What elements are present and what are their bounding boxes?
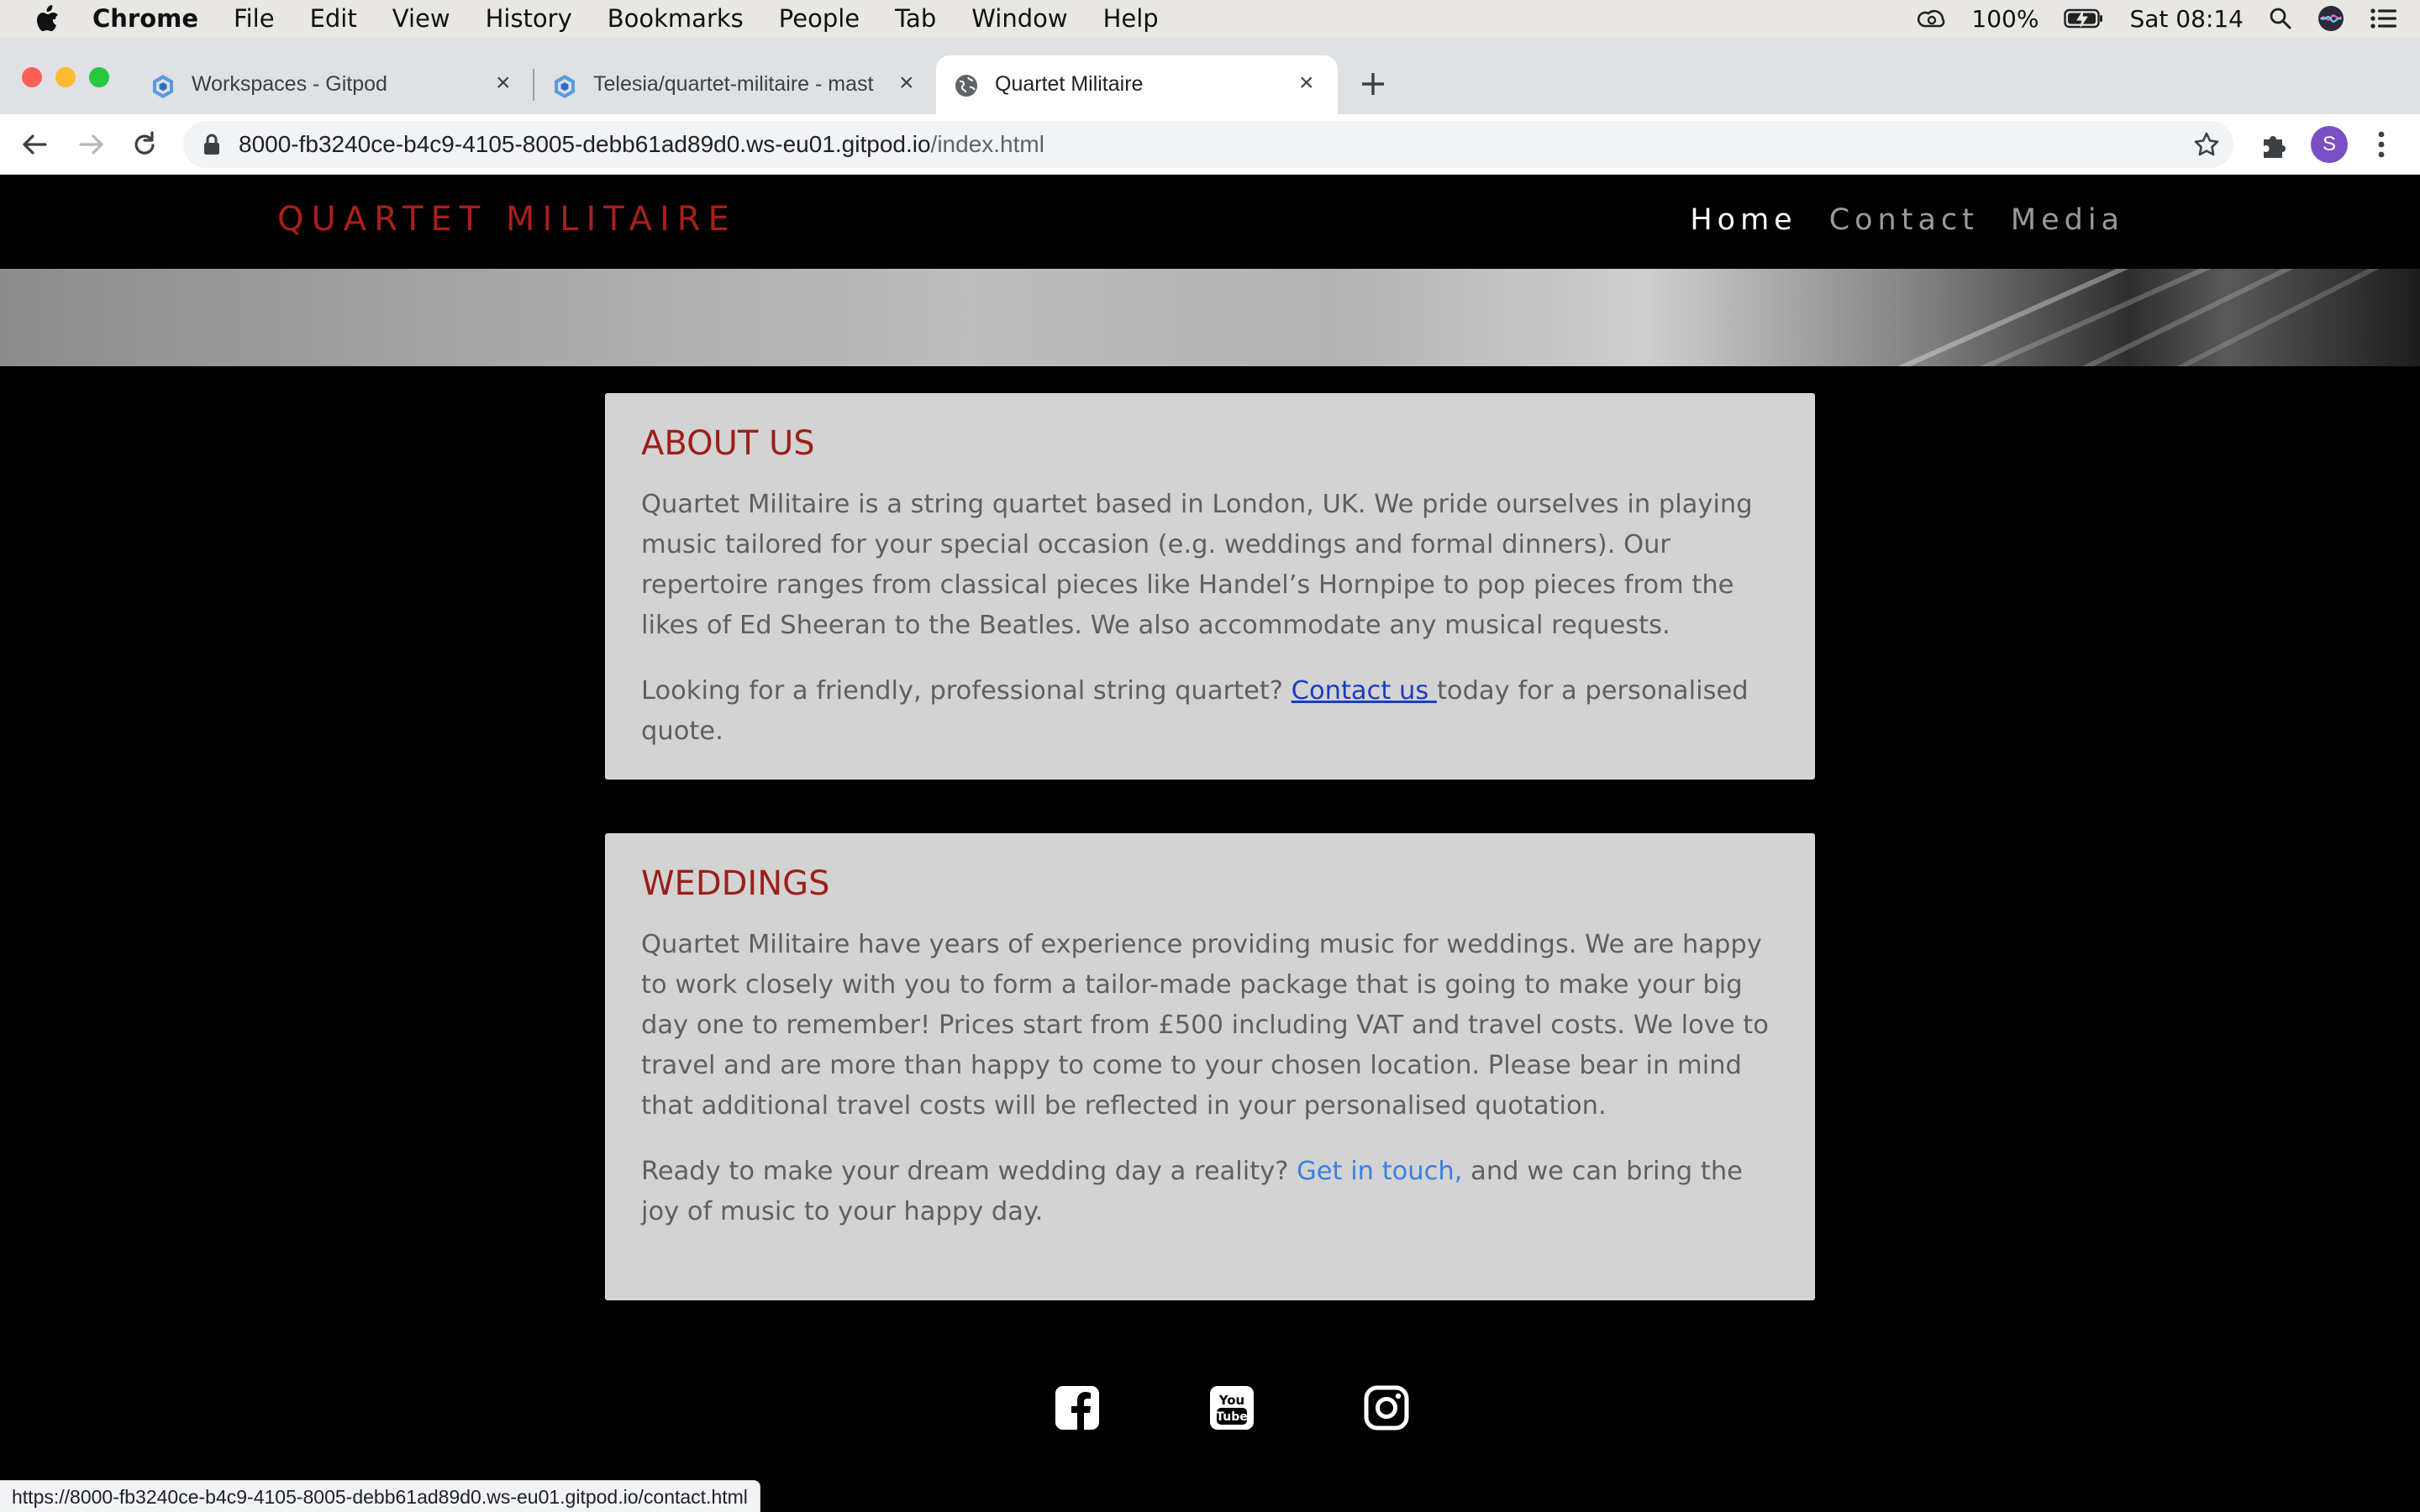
menu-app-chrome[interactable]: Chrome (92, 4, 198, 33)
menu-people[interactable]: People (779, 4, 860, 33)
profile-avatar[interactable]: S (2311, 126, 2348, 163)
tab-close-icon[interactable]: × (1299, 71, 1314, 96)
browser-toolbar: 8000-fb3240ce-b4c9-4105-8005-debb61ad89d… (0, 114, 2420, 175)
apple-icon[interactable] (34, 4, 60, 33)
back-arrow-icon[interactable] (20, 131, 49, 158)
weddings-heading: WEDDINGS (641, 864, 830, 903)
reload-icon[interactable] (131, 131, 158, 158)
tab-quartet-militaire-active[interactable]: Quartet Militaire × (936, 55, 1338, 114)
tab-workspaces-gitpod[interactable]: Workspaces - Gitpod × (134, 55, 524, 114)
tab-title: Quartet Militaire (995, 72, 1144, 96)
weddings-card: WEDDINGS Quartet Militaire have years of… (605, 833, 1815, 1300)
tab-close-icon[interactable]: × (899, 71, 914, 96)
about-us-card: ABOUT US Quartet Militaire is a string q… (605, 393, 1815, 780)
about-cta-text: Looking for a friendly, professional str… (641, 676, 1292, 706)
menu-history[interactable]: History (486, 4, 572, 33)
about-us-cta: Looking for a friendly, professional str… (641, 671, 1781, 752)
new-tab-plus-icon[interactable] (1358, 69, 1388, 99)
menu-window[interactable]: Window (971, 4, 1067, 33)
minimize-window-button[interactable] (55, 67, 76, 87)
weddings-cta: Ready to make your dream wedding day a r… (641, 1152, 1781, 1232)
weddings-cta-text: Ready to make your dream wedding day a r… (641, 1157, 1297, 1186)
tab-close-icon[interactable]: × (496, 71, 511, 96)
web-page: QUARTET MILITAIRE Home Contact Media ABO… (0, 175, 2420, 1512)
url-host: 8000-fb3240ce-b4c9-4105-8005-debb61ad89d… (239, 131, 931, 157)
nav-media-link[interactable]: Media (2011, 203, 2124, 237)
weddings-text: Quartet Militaire have years of experien… (641, 930, 1769, 1121)
gitpod-icon (555, 75, 575, 98)
contact-us-link[interactable]: Contact us (1292, 676, 1437, 706)
get-in-touch-link[interactable]: Get in touch, (1297, 1157, 1462, 1186)
nav-home-link[interactable]: Home (1690, 203, 1797, 237)
tab-title: Telesia/quartet-militaire - mast (593, 72, 874, 96)
url-text[interactable]: 8000-fb3240ce-b4c9-4105-8005-debb61ad89d… (239, 121, 1044, 168)
creative-cloud-icon[interactable] (1918, 8, 1946, 29)
site-navbar: QUARTET MILITAIRE Home Contact Media (0, 175, 2420, 269)
gitpod-icon (153, 75, 173, 98)
hero-string-line (2057, 269, 2420, 366)
nav-contact-link[interactable]: Contact (1829, 203, 1979, 237)
close-window-button[interactable] (22, 67, 42, 87)
site-brand-logo[interactable]: QUARTET MILITAIRE (277, 200, 737, 239)
link-status-bar: https://8000-fb3240ce-b4c9-4105-8005-deb… (0, 1480, 760, 1512)
menu-tab[interactable]: Tab (895, 4, 936, 33)
menu-help[interactable]: Help (1103, 4, 1159, 33)
macos-menu-bar: Chrome File Edit View History Bookmarks … (0, 0, 2420, 37)
youtube-icon[interactable]: You Tube (1208, 1384, 1255, 1431)
forward-arrow-icon[interactable] (77, 131, 106, 158)
about-us-heading: ABOUT US (641, 424, 815, 463)
tab-quartet-militaire-repo[interactable]: Telesia/quartet-militaire - mast × (536, 55, 931, 114)
siri-icon[interactable] (2317, 5, 2344, 32)
chrome-menu-icon[interactable] (2375, 129, 2388, 160)
globe-icon (955, 75, 977, 97)
zoom-window-button[interactable] (89, 67, 109, 87)
tab-separator (533, 69, 534, 101)
bookmark-star-icon[interactable] (2193, 131, 2220, 158)
tab-title: Workspaces - Gitpod (192, 72, 387, 96)
svg-text:Tube: Tube (1216, 1410, 1248, 1424)
address-bar[interactable]: 8000-fb3240ce-b4c9-4105-8005-debb61ad89d… (183, 121, 2233, 168)
menu-edit[interactable]: Edit (310, 4, 357, 33)
svg-text:You: You (1218, 1393, 1244, 1408)
instagram-icon[interactable] (1363, 1384, 1410, 1431)
menu-bar-clock[interactable]: Sat 08:14 (2129, 5, 2244, 33)
lock-icon[interactable] (203, 134, 220, 155)
battery-percentage: 100% (1971, 4, 2039, 33)
about-us-text: Quartet Militaire is a string quartet ba… (641, 490, 1753, 640)
menu-bookmarks[interactable]: Bookmarks (608, 4, 744, 33)
battery-charging-icon[interactable] (2064, 8, 2104, 29)
extensions-puzzle-icon[interactable] (2259, 129, 2289, 160)
site-nav-links: Home Contact Media (1690, 203, 2124, 237)
menu-file[interactable]: File (234, 4, 275, 33)
url-path: /index.html (930, 131, 1044, 157)
menu-bar-status-area: 100% Sat 08:14 (1918, 0, 2398, 37)
facebook-icon[interactable] (1054, 1384, 1101, 1431)
notification-center-icon[interactable] (2370, 8, 2398, 29)
hero-banner-image (0, 269, 2420, 366)
menu-view[interactable]: View (392, 4, 450, 33)
spotlight-search-icon[interactable] (2269, 7, 2292, 30)
